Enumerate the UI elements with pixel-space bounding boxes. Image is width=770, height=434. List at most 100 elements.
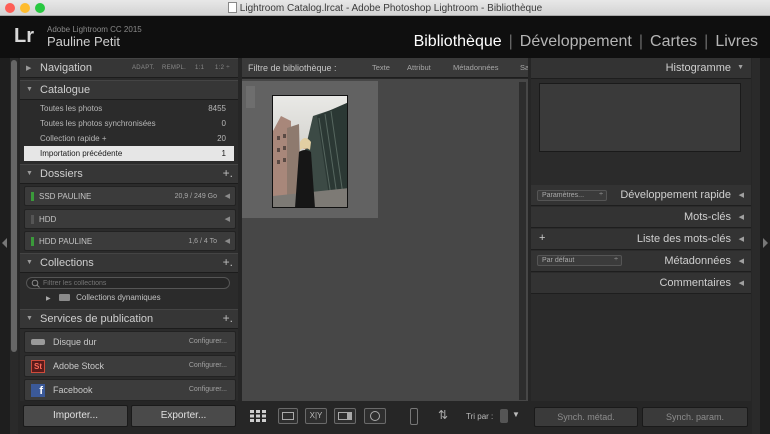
sync-settings-button[interactable]: Synch. param. [642,407,748,427]
import-button[interactable]: Importer... [23,405,128,427]
filter-none[interactable]: Sa [520,63,528,72]
collapse-arrow-icon: ▼ [26,259,33,266]
histogram-header[interactable]: Histogramme ▼ [531,58,751,79]
adobe-stock-icon: St [31,360,45,373]
add-folder-button[interactable]: +. [223,166,233,180]
zoom-custom-option[interactable]: 1:2 ÷ [215,65,230,71]
lightroom-logo: Lr [14,25,34,47]
survey-icon [338,412,352,420]
collapse-arrow-icon: ▼ [737,64,744,71]
module-separator: | [638,33,644,50]
drive-offline-indicator [31,215,34,224]
module-livres[interactable]: Livres [715,33,758,50]
expand-arrow-icon: ▶ [46,296,51,302]
quick-develop-preset-select[interactable]: Paramètres... ÷ [537,190,607,201]
publish-services-header[interactable]: ▼ Services de publication +. [20,309,238,329]
loupe-icon [282,412,294,420]
collapse-left-icon [2,238,7,248]
loupe-view-button[interactable] [278,408,298,424]
left-scrollbar-thumb[interactable] [11,60,17,352]
zoom-fill-option[interactable]: REMPL. [162,65,186,71]
service-facebook[interactable]: f Facebook Configurer... [24,379,236,401]
filter-metadata[interactable]: Métadonnées [453,63,498,72]
collection-filter-field[interactable] [26,277,230,289]
collapse-arrow-icon: ▼ [26,315,33,322]
compare-xy-icon: X|Y [309,411,323,420]
sort-direction-icon[interactable]: ⇅ [438,408,448,422]
expand-arrow-icon: ◀ [738,280,744,287]
module-developpement[interactable]: Développement [520,33,632,50]
histogram-info-area [531,155,751,185]
collapse-arrow-icon: ▼ [26,86,33,93]
stepper-arrows-icon: ÷ [614,256,618,263]
drive-arrow-icon: ◀ [224,193,230,200]
service-adobe-stock[interactable]: St Adobe Stock Configurer... [24,355,236,377]
zoom-fit-option[interactable]: ADAPT. [132,65,155,71]
painter-spray-icon[interactable] [410,408,418,425]
left-scroll-track[interactable] [10,58,18,434]
drive-hdd[interactable]: HDD ◀ [24,209,236,229]
left-panel-toggle[interactable] [0,58,10,434]
drive-online-indicator [31,192,34,201]
catalog-item-previous-import[interactable]: Importation précédente 1 [24,146,234,161]
expand-arrow-icon: ◀ [738,258,744,265]
module-picker: Bibliothèque | Développement | Cartes | Livres [414,33,758,51]
user-name: Pauline Petit [47,34,120,49]
collection-filter-input[interactable] [43,278,223,288]
document-icon [227,2,237,13]
metadata-preset-select[interactable]: Par défaut ÷ [537,255,622,266]
search-icon [31,279,40,288]
module-cartes[interactable]: Cartes [650,33,697,50]
comments-header[interactable]: Commentaires ◀ [531,273,751,294]
catalogue-header[interactable]: ▼ Catalogue [20,80,238,100]
add-service-button[interactable]: +. [223,311,233,325]
dossiers-header[interactable]: ▼ Dossiers +. [20,164,238,184]
module-bibliotheque[interactable]: Bibliothèque [414,33,502,50]
configure-link[interactable]: Configurer... [189,338,227,345]
zoom-1-1-option[interactable]: 1:1 [195,65,204,71]
collections-header[interactable]: ▼ Collections +. [20,253,238,273]
grid-view-button[interactable] [249,409,269,423]
keywords-header[interactable]: Mots-clés ◀ [531,207,751,228]
expand-arrow-icon: ▶ [26,65,32,72]
navigation-header[interactable]: ▶ Navigation ADAPT. REMPL. 1:1 1:2 ÷ [20,58,238,78]
add-keyword-button[interactable]: + [539,232,545,244]
people-view-button[interactable] [364,408,386,424]
histogram-display [539,83,741,152]
drive-ssd-pauline[interactable]: SSD PAULINE 20,9 / 249 Go ◀ [24,186,236,206]
smart-collection-set-icon [58,294,70,301]
configure-link[interactable]: Configurer... [189,386,227,393]
collection-item-smart[interactable]: ▶ Collections dynamiques [46,293,161,305]
compare-view-button[interactable]: X|Y [305,408,327,424]
keyword-list-header[interactable]: + Liste des mots-clés ◀ [531,229,751,250]
drive-arrow-icon: ◀ [224,216,230,223]
add-collection-button[interactable]: +. [223,255,233,269]
expand-arrow-icon: ◀ [738,214,744,221]
catalog-item-quick-collection[interactable]: Collection rapide + 20 [24,131,234,146]
right-scroll-track[interactable] [752,58,760,434]
sync-metadata-button[interactable]: Synch. métad. [534,407,638,427]
collapse-arrow-icon: ▼ [26,170,33,177]
catalog-item-synced-photos[interactable]: Toutes les photos synchronisées 0 [24,116,234,131]
drive-arrow-icon: ◀ [224,238,230,245]
toolbar-menu-arrow-icon[interactable]: ▼ [512,410,520,419]
drive-hdd-pauline[interactable]: HDD PAULINE 1,6 / 4 To ◀ [24,231,236,251]
expand-arrow-icon: ◀ [738,192,744,199]
configure-link[interactable]: Configurer... [189,362,227,369]
survey-view-button[interactable] [334,408,356,424]
module-separator: | [704,33,709,50]
sort-select[interactable] [500,409,508,423]
grid-scrollbar[interactable] [519,82,526,400]
filter-text[interactable]: Texte [372,63,390,72]
catalog-item-all-photos[interactable]: Toutes les photos 8455 [24,101,234,116]
expand-arrow-icon: ◀ [738,236,744,243]
photo-thumbnail[interactable] [272,95,348,208]
library-filter-bar: Filtre de bibliothèque : Texte Attribut … [242,58,528,78]
app-version: Adobe Lightroom CC 2015 [47,25,142,34]
right-panel-toggle[interactable] [760,58,770,434]
filter-attribute[interactable]: Attribut [407,63,431,72]
facebook-icon: f [31,384,45,397]
service-hard-drive[interactable]: Disque dur Configurer... [24,331,236,353]
window-titlebar: Lightroom Catalog.lrcat - Adobe Photosho… [0,0,770,16]
export-button[interactable]: Exporter... [131,405,236,427]
